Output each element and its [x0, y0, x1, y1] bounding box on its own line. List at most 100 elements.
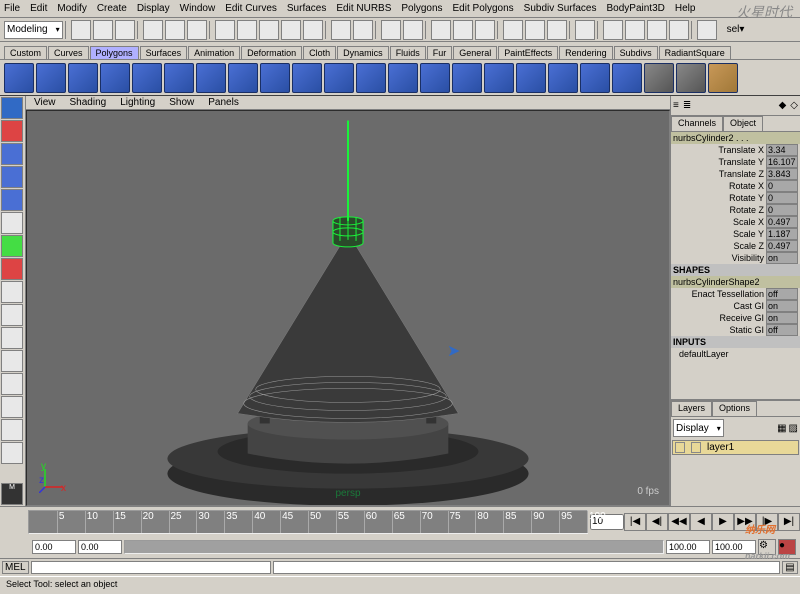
shp-cast-value[interactable]: on	[766, 300, 798, 312]
shelf-soccer-icon[interactable]	[324, 63, 354, 93]
sel-mask[interactable]: sel▾	[727, 24, 745, 35]
shape-node[interactable]: nurbsCylinderShape2	[671, 276, 800, 288]
anim-icon[interactable]	[603, 20, 623, 40]
shelf-plane-icon[interactable]	[132, 63, 162, 93]
shelf-avg-icon[interactable]	[516, 63, 546, 93]
shelf-ipt-icon[interactable]	[708, 63, 738, 93]
history-icon[interactable]	[331, 20, 351, 40]
last-tool[interactable]	[1, 258, 23, 280]
shelf-sculpt-icon[interactable]	[644, 63, 674, 93]
move-tool[interactable]	[1, 143, 23, 165]
show-menu[interactable]: Show	[169, 97, 194, 108]
attr-tz-value[interactable]: 3.843	[766, 168, 798, 180]
shelf-cone-icon[interactable]	[100, 63, 130, 93]
shelf-tab-fur[interactable]: Fur	[427, 46, 453, 59]
shelf-tab-fluids[interactable]: Fluids	[390, 46, 426, 59]
attr-vis-value[interactable]: on	[766, 252, 798, 264]
attr-sz-value[interactable]: 0.497	[766, 240, 798, 252]
attr-tx-value[interactable]: 3.34	[766, 144, 798, 156]
graph-icon[interactable]	[547, 20, 567, 40]
new-scene-icon[interactable]	[71, 20, 91, 40]
ipr-icon[interactable]	[453, 20, 473, 40]
lasso-icon[interactable]	[165, 20, 185, 40]
attr-sx-value[interactable]: 0.497	[766, 216, 798, 228]
single-view[interactable]	[1, 281, 23, 303]
select-tool[interactable]	[1, 97, 23, 119]
shelf-tab-dynamics[interactable]: Dynamics	[337, 46, 389, 59]
cb-icon2[interactable]: ≣	[683, 100, 691, 111]
shp-recv-value[interactable]: on	[766, 312, 798, 324]
menu-bodypaint[interactable]: BodyPaint3D	[607, 3, 665, 14]
channels-tab[interactable]: Channels	[671, 116, 723, 131]
snap-curve-icon[interactable]	[237, 20, 257, 40]
anim4-icon[interactable]	[669, 20, 689, 40]
myaa-icon[interactable]: M	[1, 483, 23, 505]
shelf-tab-surfaces[interactable]: Surfaces	[140, 46, 188, 59]
shelf-prism-icon[interactable]	[196, 63, 226, 93]
menu-editpolygons[interactable]: Edit Polygons	[453, 3, 514, 14]
shelf-separate-icon[interactable]	[452, 63, 482, 93]
attr-rz-value[interactable]: 0	[766, 204, 798, 216]
playback-start[interactable]	[78, 540, 122, 554]
shelf-bridge-icon[interactable]	[548, 63, 578, 93]
playback-end[interactable]	[666, 540, 710, 554]
menu-editnurbs[interactable]: Edit NURBS	[336, 3, 391, 14]
cb-icon4[interactable]: ◇	[790, 100, 798, 111]
construct-icon[interactable]	[381, 20, 401, 40]
menu-polygons[interactable]: Polygons	[401, 3, 442, 14]
shelf-cut-icon[interactable]	[612, 63, 642, 93]
layer-type-toggle[interactable]	[691, 442, 701, 453]
range-track[interactable]	[124, 540, 664, 554]
layer-row[interactable]: layer1	[672, 440, 799, 455]
shelf-cylinder-icon[interactable]	[68, 63, 98, 93]
shelf-sphere-icon[interactable]	[4, 63, 34, 93]
view-menu[interactable]: View	[34, 97, 56, 108]
shelf-append-icon[interactable]	[580, 63, 610, 93]
time-slider[interactable]: 5101520253035404550556065707580859095100…	[0, 506, 800, 536]
shelf-tab-rendering[interactable]: Rendering	[559, 46, 613, 59]
layout3[interactable]	[1, 373, 23, 395]
render-icon[interactable]	[431, 20, 451, 40]
attr-ry-value[interactable]: 0	[766, 192, 798, 204]
timeline-ruler[interactable]: 5101520253035404550556065707580859095100	[28, 510, 588, 534]
menu-create[interactable]: Create	[97, 3, 127, 14]
snap-plane-icon[interactable]	[281, 20, 301, 40]
shelf-helix-icon[interactable]	[292, 63, 322, 93]
command-input[interactable]	[31, 561, 271, 574]
input-node[interactable]: defaultLayer	[671, 348, 800, 360]
shelf-tab-radiant[interactable]: RadiantSquare	[659, 46, 731, 59]
anim2-icon[interactable]	[625, 20, 645, 40]
cb-icon1[interactable]: ≡	[673, 100, 679, 111]
menu-help[interactable]: Help	[675, 3, 696, 14]
lasso-tool[interactable]	[1, 120, 23, 142]
play-back-button[interactable]: ◀	[690, 513, 712, 531]
four-view[interactable]	[1, 304, 23, 326]
scale-tool[interactable]	[1, 189, 23, 211]
shp-static-value[interactable]: off	[766, 324, 798, 336]
menu-surfaces[interactable]: Surfaces	[287, 3, 326, 14]
save-scene-icon[interactable]	[115, 20, 135, 40]
shelf-tab-cloth[interactable]: Cloth	[303, 46, 336, 59]
hypershade-icon[interactable]	[503, 20, 523, 40]
shelf-mel-icon[interactable]	[676, 63, 706, 93]
shading-menu[interactable]: Shading	[70, 97, 107, 108]
construct2-icon[interactable]	[403, 20, 423, 40]
history-toggle-icon[interactable]	[353, 20, 373, 40]
layout4[interactable]	[1, 396, 23, 418]
snap-live-icon[interactable]	[303, 20, 323, 40]
layer-icon1[interactable]: ▦	[777, 423, 786, 434]
rewind-button[interactable]: |◀	[624, 513, 646, 531]
shelf-smooth-icon[interactable]	[484, 63, 514, 93]
soft-tool[interactable]	[1, 235, 23, 257]
layer-mode[interactable]: Display	[673, 419, 724, 437]
snap-point-icon[interactable]	[259, 20, 279, 40]
select-icon[interactable]	[143, 20, 163, 40]
snap-grid-icon[interactable]	[215, 20, 235, 40]
range-start[interactable]	[32, 540, 76, 554]
panels-menu[interactable]: Panels	[208, 97, 239, 108]
menu-editcurves[interactable]: Edit Curves	[225, 3, 277, 14]
shelf-pipe-icon[interactable]	[260, 63, 290, 93]
shelf-tab-custom[interactable]: Custom	[4, 46, 47, 59]
shelf-tab-polygons[interactable]: Polygons	[90, 46, 139, 59]
shp-tess-value[interactable]: off	[766, 288, 798, 300]
